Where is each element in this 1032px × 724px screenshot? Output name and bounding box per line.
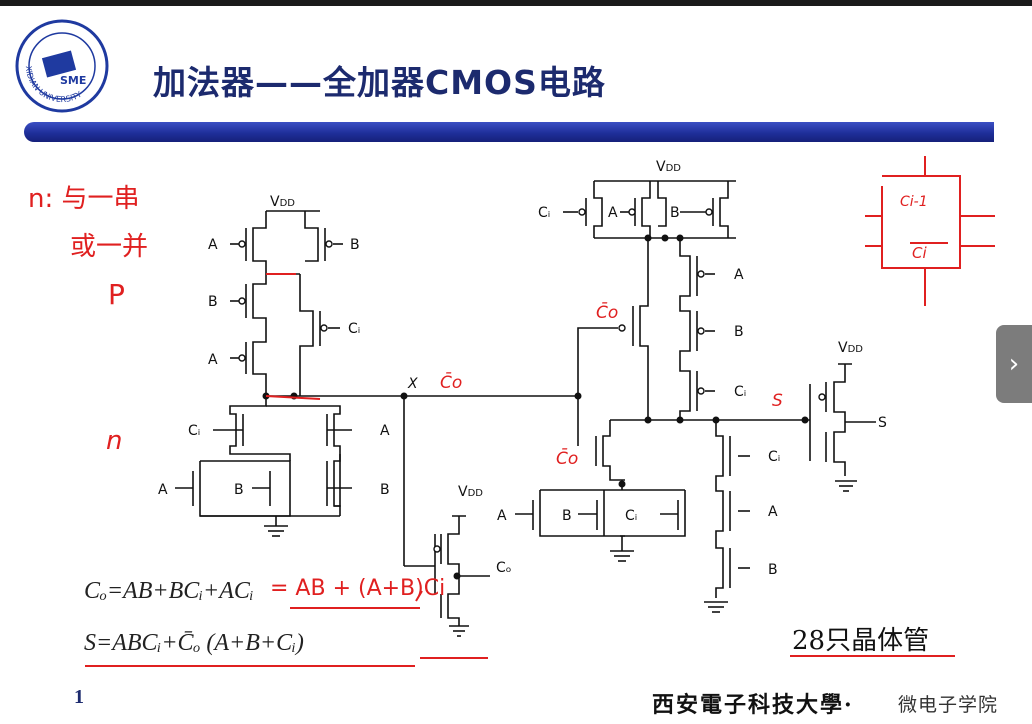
output-co-label: Cₒ (496, 560, 512, 576)
footer-brand: 西安電子科技大學· (652, 687, 854, 719)
gate-label-a: A (208, 352, 218, 368)
node-x-label: X (407, 376, 418, 392)
carry-equation: Cₒ=AB+BCᵢ+ACᵢ (84, 578, 254, 604)
footer-dept: 微电子学院 (898, 694, 999, 716)
vdd-sub: DD (468, 488, 484, 499)
gate-label-b: B (350, 237, 360, 253)
gate-label-a: A (768, 504, 778, 520)
sum-equation: S=ABCᵢ+C̄ₒ (A+B+Cᵢ) (84, 630, 304, 656)
gate-label-a: A (734, 267, 744, 283)
page-number: 1 (74, 686, 84, 708)
carry-equation-note: = AB + (A+B)Ci (270, 576, 446, 601)
vdd-label: V (270, 194, 280, 210)
gate-label-a: A (158, 482, 168, 498)
handwritten-note-or: 或一并 (70, 232, 149, 262)
handwritten-s: S (772, 391, 783, 411)
handwritten-co-bar: C̄o (556, 447, 578, 469)
vdd-sub: DD (666, 163, 682, 174)
vdd-sub: DD (848, 344, 864, 355)
output-s-label: S (878, 415, 887, 431)
svg-text:VDD: VDD (656, 159, 681, 175)
svg-text:VDD: VDD (838, 340, 863, 356)
footer-brand-text: 西安電子科技大學 (652, 692, 845, 718)
box-label-top: Ci-1 (900, 194, 928, 210)
handwritten-note-n2: n (106, 426, 123, 456)
gate-label-b: B (562, 508, 572, 524)
gate-label-ci: Cᵢ (734, 384, 746, 400)
svg-text:VDD: VDD (270, 194, 295, 210)
gate-label-ci: Cᵢ (188, 423, 200, 439)
handwritten-note-p: P (108, 278, 125, 311)
gate-label-a: A (208, 237, 218, 253)
gate-label-b: B (768, 562, 778, 578)
gate-label-b: B (670, 205, 680, 221)
gate-label-ci: Cᵢ (538, 205, 550, 221)
gate-label-ci: Cᵢ (348, 321, 360, 337)
vdd-label: V (458, 484, 468, 500)
handwritten-co-bar: C̄o (440, 371, 462, 393)
slide: SME XIDIAN UNIVERSITY 加法器——全加器CMOS电路 VDD… (0, 6, 1032, 724)
svg-text:VDD: VDD (458, 484, 483, 500)
gate-label-b: B (380, 482, 390, 498)
gate-label-b: B (208, 294, 218, 310)
gate-label-a: A (497, 508, 507, 524)
footer-dot: · (844, 692, 854, 718)
next-slide-button[interactable]: › (996, 325, 1032, 403)
gate-label-ci: Cᵢ (625, 508, 637, 524)
gate-label-ci: Cᵢ (768, 449, 780, 465)
gate-label-a: A (380, 423, 390, 439)
transistor-count: 28只晶体管 (792, 626, 930, 656)
vdd-sub: DD (280, 198, 296, 209)
chevron-right-icon: › (1008, 349, 1020, 379)
gate-label-b: B (234, 482, 244, 498)
gate-label-b: B (734, 324, 744, 340)
full-adder-schematic: VDD VDD VDD VDD X A B B Cᵢ A Cᵢ A A B B … (85, 156, 995, 667)
handwritten-co-bar: C̄o (596, 301, 618, 323)
vdd-label: V (838, 340, 848, 356)
box-label-bottom: Ci (912, 244, 927, 262)
gate-label-a: A (608, 205, 618, 221)
handwritten-note-n: n: 与一串 (28, 184, 140, 214)
vdd-label: V (656, 159, 666, 175)
